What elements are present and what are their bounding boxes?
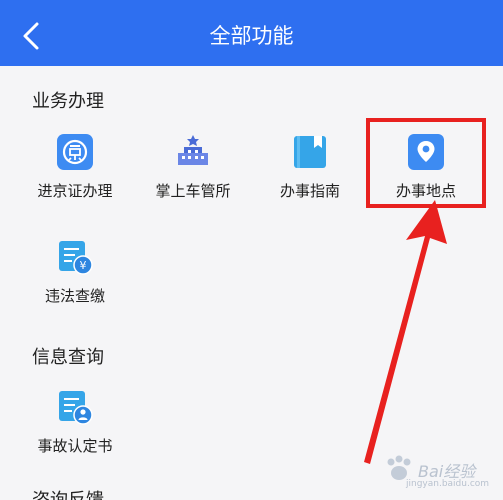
grid-item-label: 违法查缴 — [44, 287, 105, 305]
building-icon — [178, 135, 208, 165]
guide-book-icon — [294, 136, 326, 168]
fine-payment-icon: ¥ — [59, 241, 93, 275]
grid-item-violation-payment[interactable]: ¥ 违法查缴 — [15, 233, 135, 323]
red-arrow-icon — [364, 200, 447, 464]
grid-item-label: 进京证办理 — [37, 182, 113, 200]
grid-item-label: 掌上车管所 — [155, 182, 231, 200]
svg-text:¥: ¥ — [80, 259, 87, 272]
watermark-url: jingyan.baidu.com — [406, 479, 490, 489]
highlight-box — [366, 118, 486, 208]
grid-item-vehicle-office[interactable]: 掌上车管所 — [133, 128, 253, 218]
jing-badge-icon — [57, 134, 93, 170]
grid-item-entry-permit[interactable]: 进京证办理 — [15, 128, 135, 218]
page-title: 全部功能 — [209, 24, 294, 48]
header-bar: 全部功能 — [0, 0, 503, 66]
section-title-business: 业务办理 — [32, 91, 104, 112]
watermark: Bai经验 jingyan.baidu.com — [380, 448, 495, 490]
accident-report-icon — [59, 391, 93, 425]
section-title-info: 信息查询 — [32, 347, 104, 368]
grid-item-label: 办事指南 — [279, 182, 340, 200]
section-title-consult: 咨询反馈 — [32, 486, 104, 500]
grid-item-label: 事故认定书 — [37, 437, 113, 455]
grid-item-accident-report[interactable]: 事故认定书 — [15, 383, 135, 473]
